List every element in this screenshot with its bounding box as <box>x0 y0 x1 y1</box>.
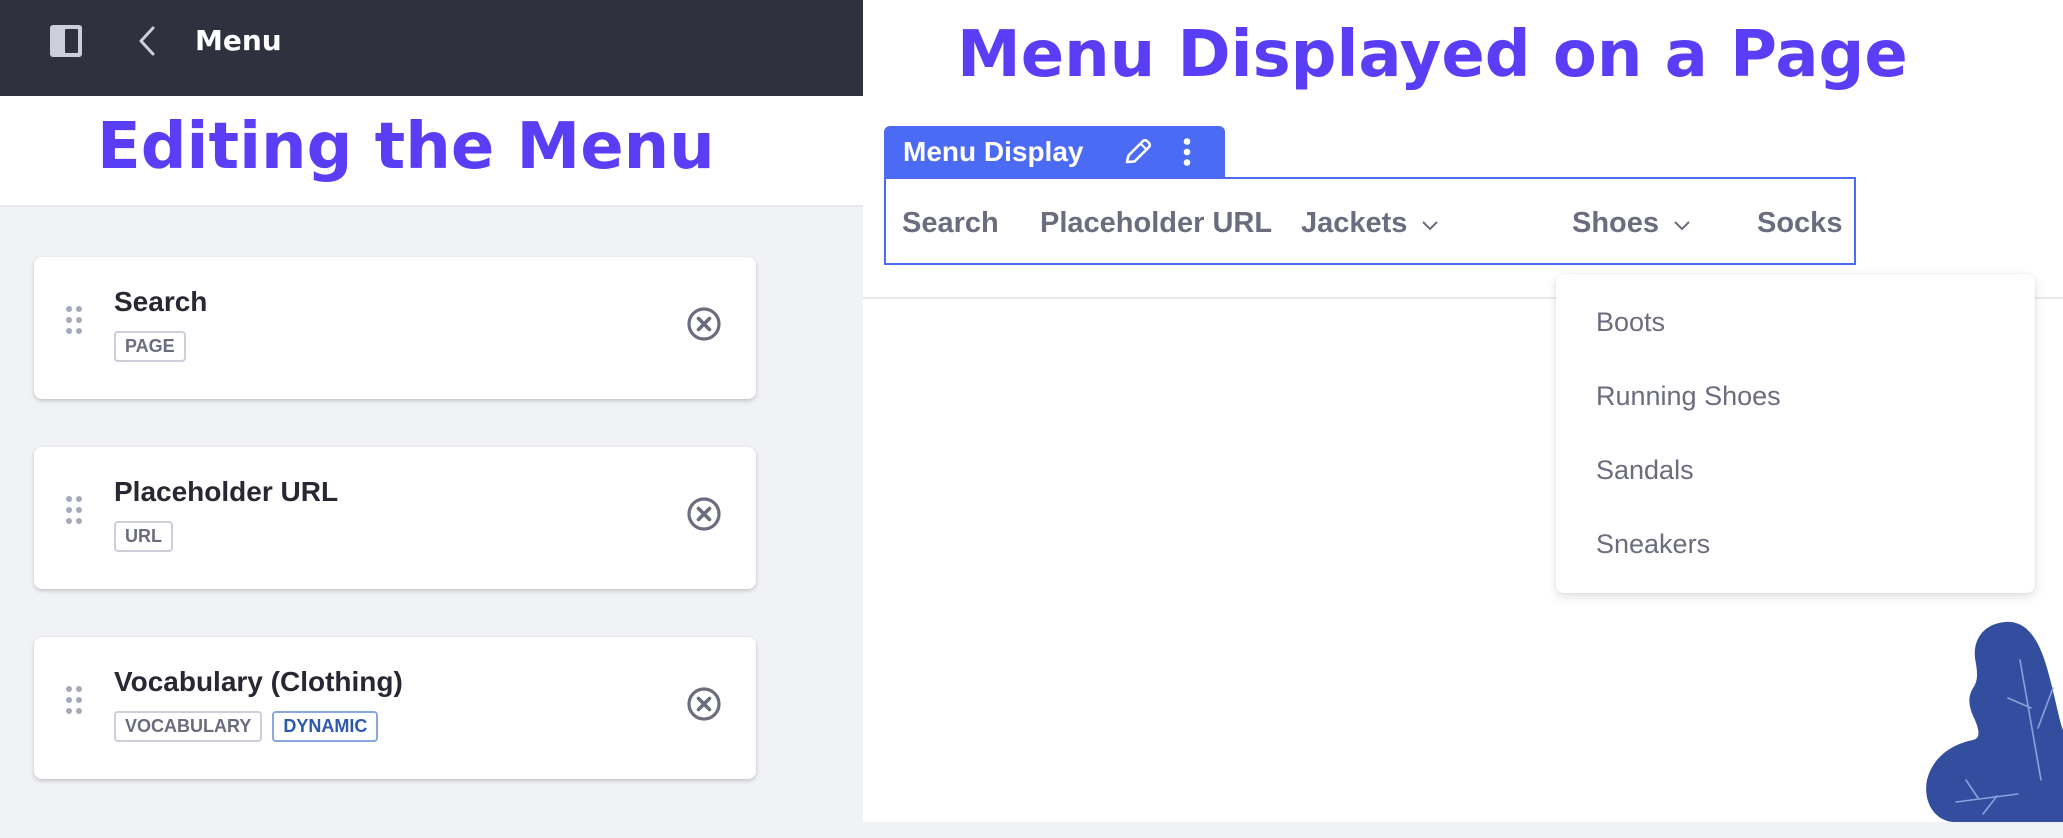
dropdown-item-boots[interactable]: Boots <box>1596 304 1665 340</box>
nav-item-label: Placeholder URL <box>1040 207 1273 239</box>
menu-item-card[interactable]: Search PAGE <box>34 257 756 399</box>
nav-item-label: Shoes <box>1572 207 1660 239</box>
dropdown-item-running-shoes[interactable]: Running Shoes <box>1596 378 1781 414</box>
ellipsis-vertical-icon[interactable] <box>1180 138 1194 166</box>
drag-handle-icon[interactable] <box>65 496 83 524</box>
badge-group: PAGE <box>114 331 186 362</box>
nav-item-label: Search <box>902 207 999 239</box>
editing-heading: Editing the Menu <box>97 110 715 184</box>
nav-item-socks[interactable]: Socks <box>1757 203 1842 243</box>
nav-item-jackets[interactable]: Jackets <box>1301 203 1439 243</box>
menu-editor-panel: Menu Editing the Menu Search PAGE Placeh… <box>0 0 863 838</box>
menu-item-card[interactable]: Vocabulary (Clothing) VOCABULARY DYNAMIC <box>34 637 756 779</box>
menu-item-title: Placeholder URL <box>114 476 339 507</box>
leaf-illustration-icon <box>1926 621 2063 822</box>
nav-item-label: Socks <box>1757 207 1843 239</box>
chevron-left-icon[interactable] <box>134 25 158 57</box>
nav-item-label: Jackets <box>1301 207 1408 239</box>
type-badge: VOCABULARY <box>114 711 263 742</box>
fragment-topper[interactable]: Menu Display <box>884 126 1225 178</box>
editor-topbar: Menu <box>0 0 863 96</box>
nav-item-placeholder-url[interactable]: Placeholder URL <box>1040 203 1272 243</box>
menu-item-title: Vocabulary (Clothing) <box>114 666 403 697</box>
drag-handle-icon[interactable] <box>65 686 83 714</box>
pencil-icon[interactable] <box>1122 137 1154 167</box>
shoes-dropdown-menu: Boots Running Shoes Sandals Sneakers <box>1556 274 2035 593</box>
menu-item-card[interactable]: Placeholder URL URL <box>34 447 756 589</box>
topbar-title: Menu <box>195 24 282 57</box>
type-badge: PAGE <box>114 331 186 362</box>
nav-item-shoes[interactable]: Shoes <box>1572 203 1691 243</box>
left-header: Editing the Menu <box>0 96 863 207</box>
sidebar-panel-icon[interactable] <box>50 25 82 57</box>
menu-item-title: Search <box>114 286 208 317</box>
dynamic-badge: DYNAMIC <box>272 711 379 742</box>
drag-handle-icon[interactable] <box>65 306 83 334</box>
dropdown-item-sneakers[interactable]: Sneakers <box>1596 526 1710 562</box>
badge-group: VOCABULARY DYNAMIC <box>114 711 379 742</box>
chevron-down-icon <box>1422 221 1439 231</box>
times-circle-icon[interactable] <box>686 306 722 342</box>
navigation-menu: Search Placeholder URL Jackets Shoes Soc… <box>884 177 1856 265</box>
nav-item-search[interactable]: Search <box>902 203 999 243</box>
fragment-name: Menu Display <box>903 136 1084 167</box>
times-circle-icon[interactable] <box>686 686 722 722</box>
badge-group: URL <box>114 521 173 552</box>
dropdown-item-sandals[interactable]: Sandals <box>1596 452 1694 488</box>
chevron-down-icon <box>1674 221 1690 231</box>
page-preview-panel: Menu Displayed on a Page Menu Display Se… <box>863 0 2063 838</box>
type-badge: URL <box>114 521 173 552</box>
preview-heading: Menu Displayed on a Page <box>957 18 1908 92</box>
bottom-strip <box>863 822 2063 838</box>
times-circle-icon[interactable] <box>686 496 722 532</box>
